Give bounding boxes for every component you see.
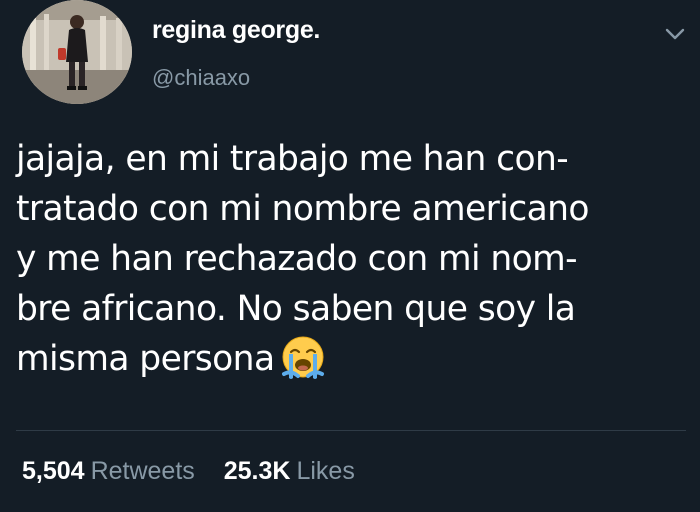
avatar[interactable]	[22, 0, 132, 104]
likes-count: 25.3K	[223, 457, 291, 485]
likes-label: Likes	[296, 457, 355, 485]
likes-stat[interactable]: 25.3K Likes	[224, 457, 355, 486]
tweet-line: y me han rechazado con mi nom-	[16, 239, 578, 279]
loudly-crying-face-icon	[282, 336, 325, 379]
tweet-line: jajaja, en mi trabajo me han con-	[16, 139, 569, 179]
tweet-line: misma persona	[16, 339, 275, 379]
tweet-card: regina george. @chiaaxo jajaja, en mi tr…	[0, 0, 700, 512]
retweets-count: 5,504	[22, 457, 85, 485]
tweet-last-line: misma persona	[16, 334, 700, 384]
display-name[interactable]: regina george.	[152, 16, 320, 45]
retweets-label: Retweets	[90, 457, 195, 485]
tweet-text: jajaja, en mi trabajo me han con- tratad…	[16, 134, 700, 384]
chevron-down-icon[interactable]	[664, 26, 686, 42]
tweet-line: bre africano. No saben que soy la	[16, 289, 576, 329]
profile-photo	[22, 0, 132, 104]
retweets-stat[interactable]: 5,504 Retweets	[22, 457, 195, 486]
tweet-stats: 5,504 Retweets 25.3K Likes	[22, 457, 355, 486]
user-handle[interactable]: @chiaaxo	[152, 65, 250, 91]
divider	[16, 430, 686, 431]
tweet-line: tratado con mi nombre americano	[16, 189, 589, 229]
